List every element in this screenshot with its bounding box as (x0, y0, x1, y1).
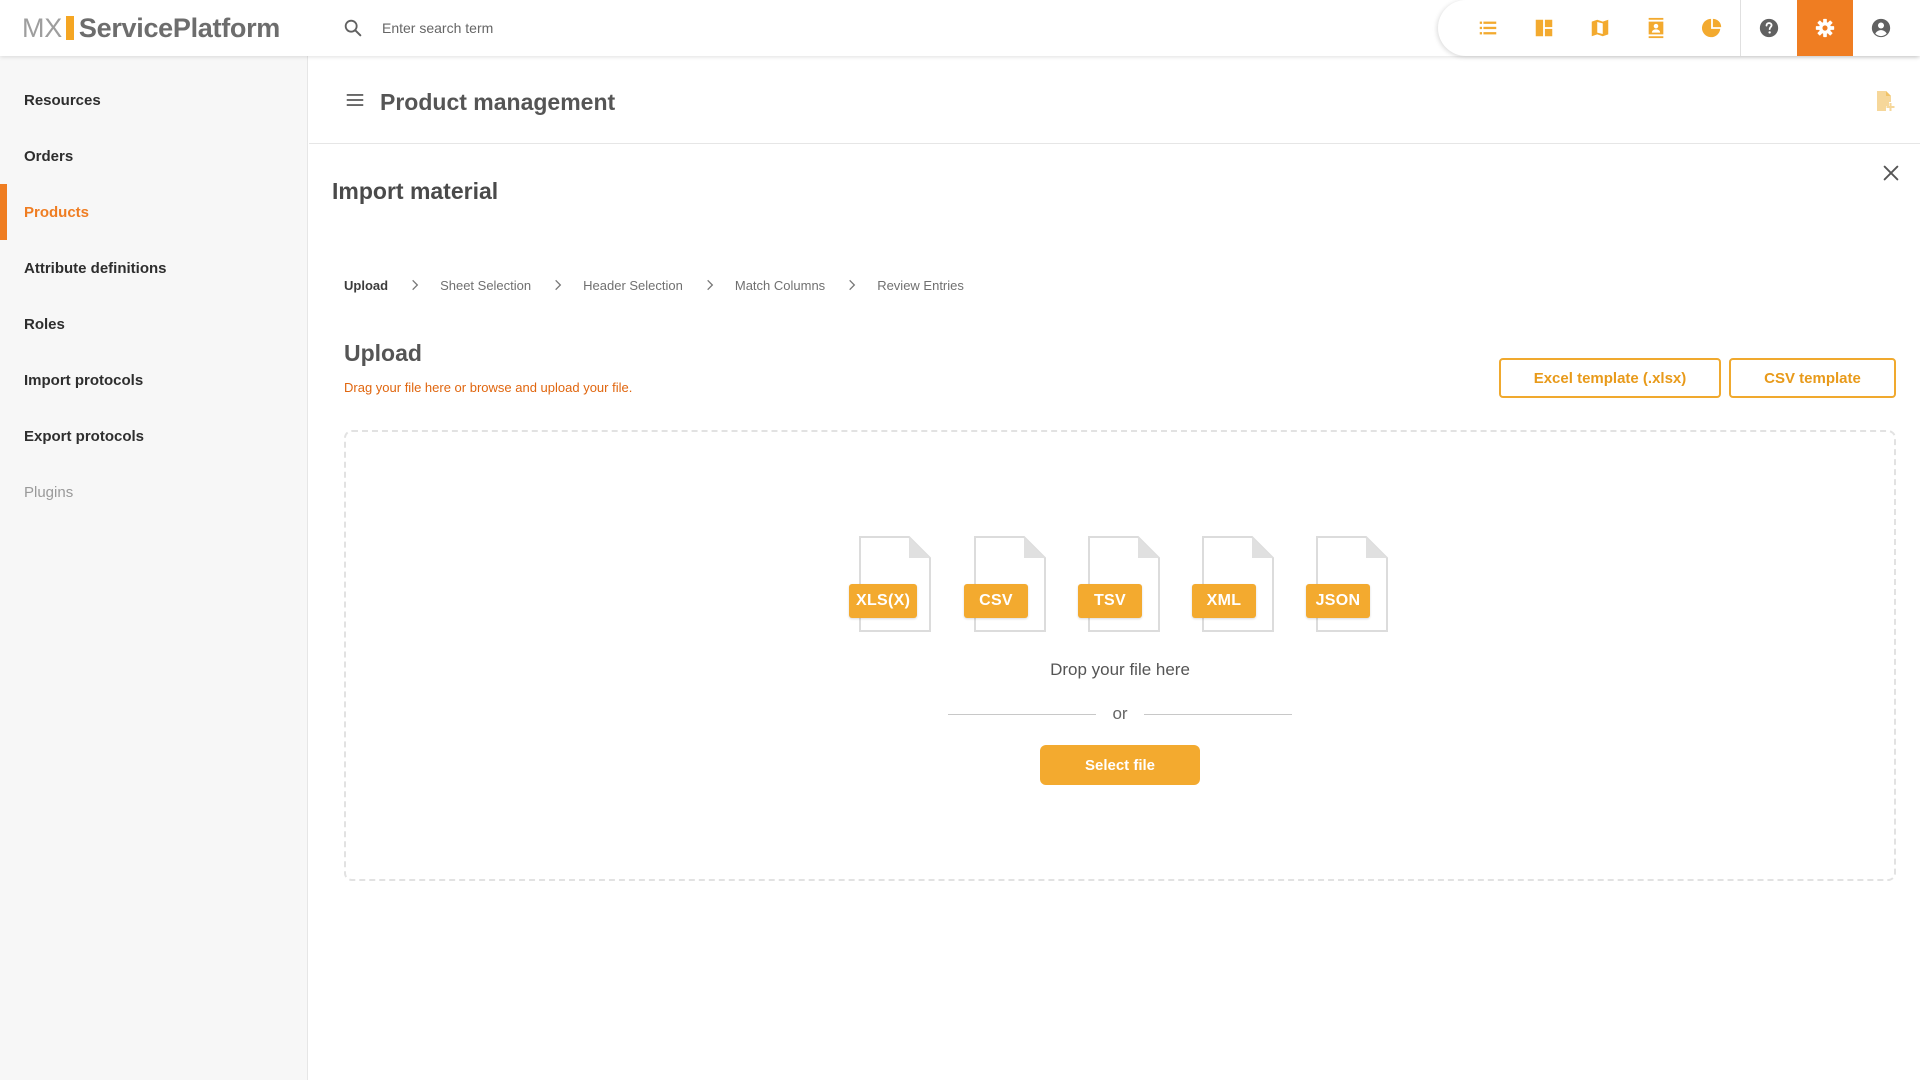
file-type-badge: XML (1192, 584, 1256, 618)
file-tsv-icon: TSV (1078, 536, 1160, 632)
excel-template-button[interactable]: Excel template (.xlsx) (1499, 358, 1721, 398)
sidebar: Resources Orders Products Attribute defi… (0, 56, 308, 1080)
or-text: or (1112, 704, 1128, 723)
upload-title: Upload (344, 340, 422, 366)
chevron-right-icon (412, 279, 419, 291)
page-title: Product management (380, 89, 616, 115)
app-logo[interactable]: MX ServicePlatform (22, 12, 280, 44)
divider-line (1143, 713, 1292, 715)
sidebar-item-orders[interactable]: Orders (0, 128, 307, 184)
help-button[interactable] (1741, 0, 1797, 56)
menu-icon[interactable] (344, 89, 366, 111)
step-upload: Upload (344, 277, 389, 293)
file-csv-icon: CSV (964, 536, 1046, 632)
upload-subtitle: Drag your file here or browse and upload… (344, 380, 633, 395)
top-toolbar (1438, 0, 1920, 56)
sidebar-item-resources[interactable]: Resources (0, 72, 307, 128)
logo-bar (65, 16, 74, 40)
file-xml-icon: XML (1192, 536, 1274, 632)
file-type-icons: XLS(X) CSV TSV XML JSON (849, 536, 1389, 632)
step-review-entries: Review Entries (877, 277, 964, 293)
sidebar-item-roles[interactable]: Roles (0, 296, 307, 352)
file-xlsx-icon: XLS(X) (849, 536, 931, 632)
sidebar-item-attribute-definitions[interactable]: Attribute definitions (0, 240, 307, 296)
sidebar-item-plugins[interactable]: Plugins (0, 464, 307, 520)
or-divider: or (948, 702, 1292, 726)
file-type-badge: CSV (964, 584, 1028, 618)
pie-chart-button[interactable] (1684, 0, 1740, 56)
step-header-selection: Header Selection (583, 277, 683, 293)
sidebar-item-export-protocols[interactable]: Export protocols (0, 408, 307, 464)
account-icon (1871, 18, 1891, 38)
note-add-icon[interactable] (1872, 89, 1896, 113)
list-icon (1479, 21, 1497, 35)
account-button[interactable] (1853, 0, 1909, 56)
file-type-badge: XLS(X) (849, 584, 918, 618)
map-button[interactable] (1572, 0, 1628, 56)
file-json-icon: JSON (1306, 536, 1388, 632)
main-header: Product management (309, 56, 1920, 144)
sidebar-nav: Resources Orders Products Attribute defi… (0, 56, 307, 520)
close-icon[interactable] (1880, 162, 1902, 184)
chevron-right-icon (555, 279, 562, 291)
sidebar-item-import-protocols[interactable]: Import protocols (0, 352, 307, 408)
app-root: MX ServicePlatform Enter search term Res… (0, 0, 1920, 1080)
pie-chart-icon (1701, 18, 1722, 38)
help-icon (1759, 18, 1779, 38)
logo-name: ServicePlatform (78, 12, 281, 43)
settings-icon (1815, 18, 1835, 38)
chevron-right-icon (849, 279, 856, 291)
logo-mx: MX (22, 12, 62, 43)
step-match-columns: Match Columns (734, 277, 826, 293)
dashboard-button[interactable] (1516, 0, 1572, 56)
sidebar-item-products[interactable]: Products (0, 184, 307, 240)
step-sheet-selection: Sheet Selection (440, 277, 532, 293)
csv-template-button[interactable]: CSV template (1729, 358, 1896, 398)
contacts-icon (1648, 17, 1664, 39)
settings-button[interactable] (1797, 0, 1853, 56)
file-dropzone[interactable] (344, 430, 1896, 881)
divider-line (948, 713, 1097, 715)
chevron-right-icon (707, 279, 714, 291)
list-button[interactable] (1460, 0, 1516, 56)
top-bar: MX ServicePlatform (0, 0, 1920, 56)
import-panel-title: Import material (332, 178, 499, 204)
drop-file-text: Drop your file here (1050, 660, 1190, 679)
contacts-button[interactable] (1628, 0, 1684, 56)
map-icon (1591, 19, 1609, 37)
import-stepper: Upload Sheet Selection Header Selection … (344, 276, 964, 294)
search-input[interactable] (382, 14, 742, 42)
dashboard-icon (1535, 19, 1553, 37)
file-type-badge: TSV (1078, 584, 1142, 618)
file-type-badge: JSON (1306, 584, 1370, 618)
select-file-button[interactable]: Select file (1040, 745, 1200, 785)
search-icon[interactable] (342, 17, 364, 39)
